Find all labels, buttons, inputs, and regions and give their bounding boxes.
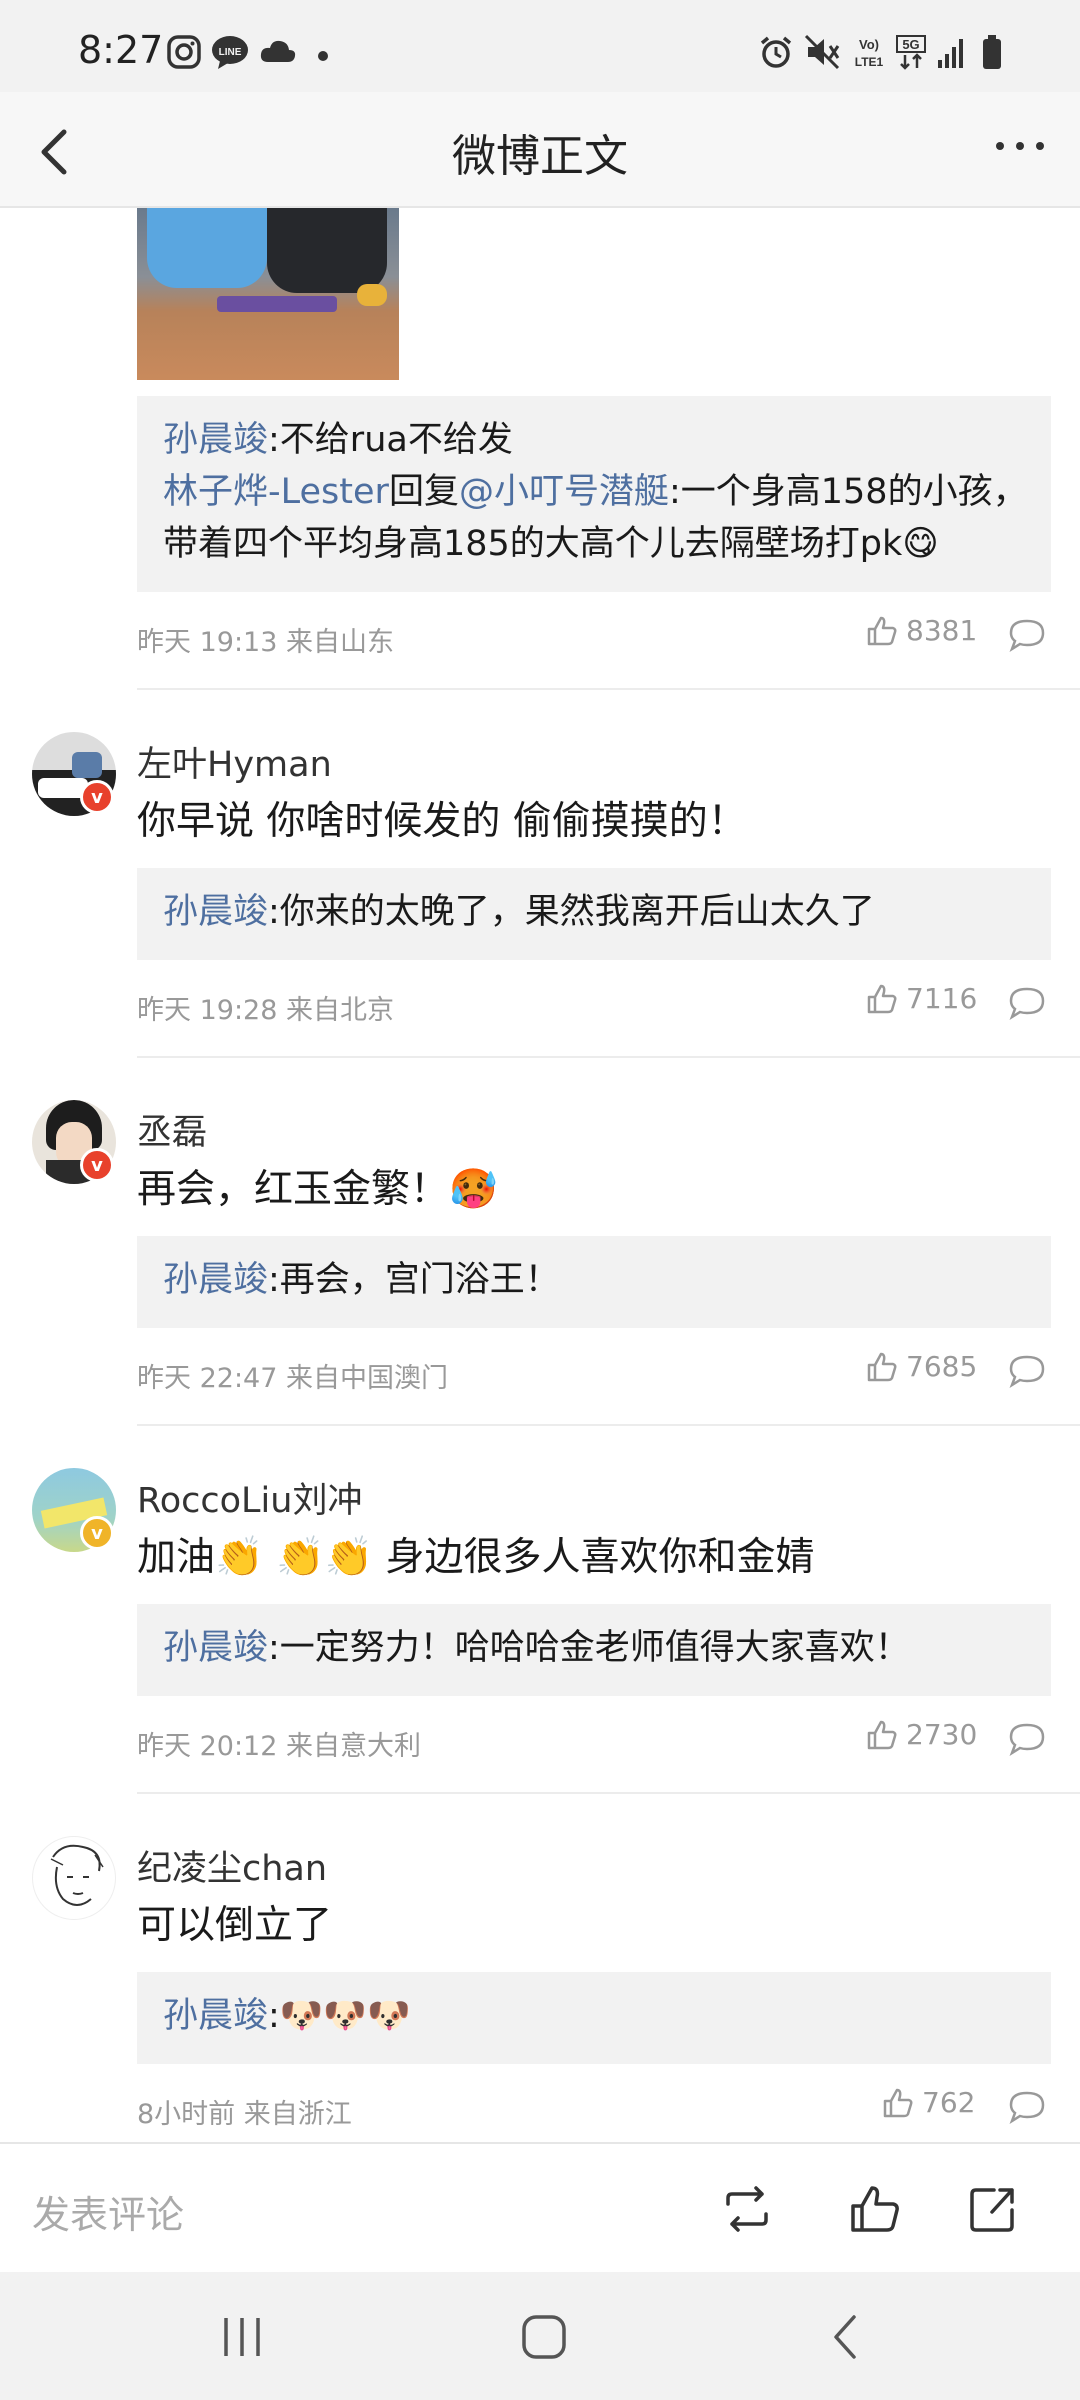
username[interactable]: 纪凌尘chan (137, 1840, 327, 1891)
cloud-icon (260, 40, 296, 62)
comment-icon[interactable] (1008, 986, 1046, 1020)
recent-apps-icon[interactable] (212, 2312, 272, 2362)
reply-author[interactable]: 林子烨-Lester (163, 472, 389, 512)
comment-image[interactable] (137, 208, 399, 380)
reply-text: :你来的太晚了，果然我离开后山太久了 (268, 892, 875, 932)
reply-box[interactable]: 孙晨竣:你来的太晚了，果然我离开后山太久了 (137, 868, 1051, 960)
username[interactable]: 丞磊 (137, 1104, 207, 1155)
thumbs-up-icon (867, 616, 897, 645)
reply-text: :一定努力！哈哈哈金老师值得大家喜欢！ (268, 1628, 910, 1668)
comment-meta: 昨天 22:47 来自中国澳门 (137, 1363, 448, 1394)
thumbs-up-icon (867, 984, 897, 1013)
comment-text: 再会，红玉金繁！🥵 (137, 1167, 498, 1212)
share-icon[interactable] (966, 2182, 1020, 2236)
mute-icon (804, 34, 840, 70)
reply-box[interactable]: 孙晨竣:🐶🐶🐶 (137, 1972, 1051, 2064)
comment-meta: 昨天 19:13 来自山东 (137, 627, 394, 658)
username[interactable]: RoccoLiu刘冲 (137, 1472, 362, 1523)
username[interactable]: 左叶Hyman (137, 736, 332, 787)
comment-icon[interactable] (1008, 1722, 1046, 1756)
like-icon[interactable] (848, 2182, 902, 2236)
comment-text: 可以倒立了 (137, 1903, 333, 1948)
svg-text:LINE: LINE (219, 47, 242, 58)
status-time: 8:27 (78, 28, 164, 72)
like-button[interactable]: 2730 (866, 1718, 977, 1751)
verified-badge-icon: v (80, 780, 114, 814)
reply-text: :一个身高158的小孩， (668, 472, 1028, 512)
line-app-icon: LINE (212, 36, 248, 69)
system-nav-bar (0, 2272, 1080, 2400)
reply-author[interactable]: 孙晨竣 (163, 1260, 268, 1300)
like-button[interactable]: 7116 (866, 982, 977, 1015)
like-count: 8381 (906, 614, 978, 647)
like-button[interactable]: 8381 (866, 614, 977, 647)
nav-bar: 微博正文 (0, 92, 1080, 208)
like-count: 7116 (906, 982, 978, 1015)
dot-icon (318, 51, 328, 61)
reply-text: 带着四个平均身高185的大高个儿去隔壁场打pk😋 (163, 524, 939, 564)
home-icon[interactable] (514, 2312, 574, 2362)
reply-author[interactable]: 孙晨竣 (163, 1628, 268, 1668)
comment-meta: 昨天 20:12 来自意大利 (137, 1731, 421, 1762)
svg-text:5G: 5G (902, 37, 919, 52)
thumbs-up-icon (867, 1352, 897, 1381)
reply-text: :🐶🐶🐶 (268, 1996, 411, 2036)
comment-icon[interactable] (1008, 618, 1046, 652)
reply-word: 回复 (388, 472, 459, 512)
status-bar: 8:27 LINE Vo) LTE1 5G (0, 0, 1080, 92)
comment-text: 加油👏 👏👏 身边很多人喜欢你和金婧 (137, 1535, 815, 1580)
avatar[interactable] (32, 1836, 116, 1920)
svg-text:LTE1: LTE1 (855, 55, 884, 69)
like-count: 762 (922, 2086, 976, 2119)
divider (137, 1424, 1080, 1426)
volte-icon: Vo) LTE1 (855, 37, 884, 69)
reply-text: :不给rua不给发 (268, 420, 513, 460)
page-title: 微博正文 (452, 131, 628, 182)
divider (137, 1056, 1080, 1058)
like-count: 2730 (906, 1718, 978, 1751)
comment-input[interactable]: 发表评论 (32, 2184, 184, 2239)
reply-author[interactable]: 孙晨竣 (163, 1996, 268, 2036)
verified-badge-icon: v (80, 1516, 114, 1550)
signal-icon (938, 39, 963, 68)
comment-text: 你早说 你啥时候发的 偷偷摸摸的！ (137, 799, 747, 844)
comment-icon[interactable] (1008, 2090, 1046, 2124)
comment-meta: 昨天 19:28 来自北京 (137, 995, 394, 1026)
repost-icon[interactable] (720, 2182, 774, 2236)
divider (137, 1792, 1080, 1794)
battery-icon (983, 35, 1001, 69)
like-count: 7685 (906, 1350, 978, 1383)
comment-icon[interactable] (1008, 1354, 1046, 1388)
like-button[interactable]: 7685 (866, 1350, 977, 1383)
reply-box[interactable]: 孙晨竣:再会，宫门浴王！ (137, 1236, 1051, 1328)
comment-meta: 8小时前 来自浙江 (137, 2099, 352, 2130)
divider (137, 688, 1080, 690)
mention-link[interactable]: @小叮号潜艇 (459, 472, 669, 512)
comment-list[interactable]: 孙晨竣:不给rua不给发 林子烨-Lester回复@小叮号潜艇:一个身高158的… (0, 208, 1080, 2142)
instagram-icon (167, 35, 201, 69)
system-back-icon[interactable] (818, 2312, 878, 2362)
alarm-icon (760, 36, 792, 68)
reply-author[interactable]: 孙晨竣 (163, 892, 268, 932)
reply-text: :再会，宫门浴王！ (268, 1260, 560, 1300)
reply-author[interactable]: 孙晨竣 (163, 420, 268, 460)
more-options-icon[interactable] (990, 126, 1050, 166)
like-button[interactable]: 762 (882, 2086, 975, 2119)
network-5g-icon: 5G (896, 35, 926, 70)
bottom-action-bar: 发表评论 (0, 2142, 1080, 2272)
thumbs-up-icon (883, 2088, 913, 2117)
sketch-face-icon (50, 1844, 104, 1906)
reply-box[interactable]: 孙晨竣:不给rua不给发 林子烨-Lester回复@小叮号潜艇:一个身高158的… (137, 396, 1051, 592)
svg-text:Vo): Vo) (859, 37, 879, 52)
thumbs-up-icon (867, 1720, 897, 1749)
verified-badge-icon: v (80, 1148, 114, 1182)
reply-box[interactable]: 孙晨竣:一定努力！哈哈哈金老师值得大家喜欢！ (137, 1604, 1051, 1696)
